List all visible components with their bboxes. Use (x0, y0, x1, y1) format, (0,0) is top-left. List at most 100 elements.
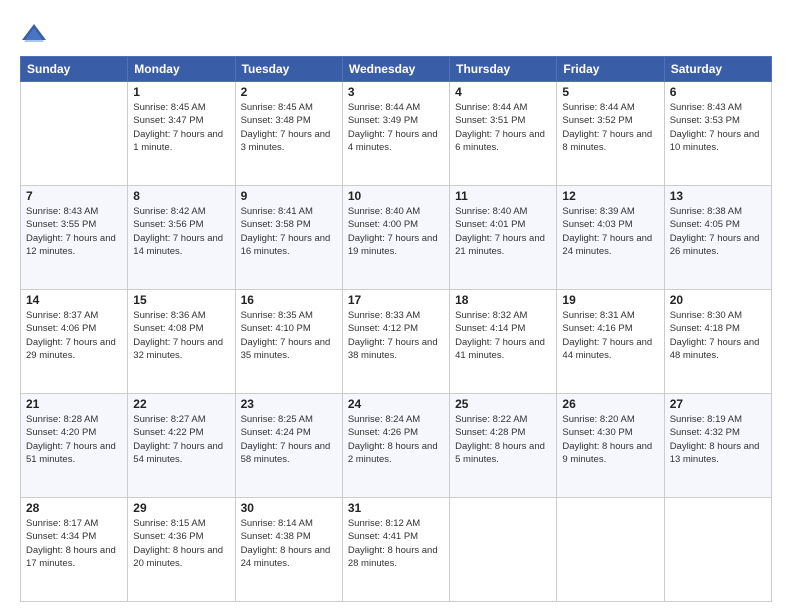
calendar-cell: 8 Sunrise: 8:42 AMSunset: 3:56 PMDaylight… (128, 186, 235, 290)
header (20, 16, 772, 48)
calendar: SundayMondayTuesdayWednesdayThursdayFrid… (20, 56, 772, 602)
day-number: 6 (670, 85, 766, 99)
day-number: 2 (241, 85, 337, 99)
day-number: 13 (670, 189, 766, 203)
calendar-week-row: 1 Sunrise: 8:45 AMSunset: 3:47 PMDaylight… (21, 82, 772, 186)
day-info: Sunrise: 8:43 AMSunset: 3:53 PMDaylight:… (670, 101, 766, 154)
calendar-day-header: Saturday (664, 57, 771, 82)
day-info: Sunrise: 8:19 AMSunset: 4:32 PMDaylight:… (670, 413, 766, 466)
day-number: 21 (26, 397, 122, 411)
calendar-day-header: Wednesday (342, 57, 449, 82)
calendar-cell: 10 Sunrise: 8:40 AMSunset: 4:00 PMDayligh… (342, 186, 449, 290)
day-number: 12 (562, 189, 658, 203)
day-info: Sunrise: 8:32 AMSunset: 4:14 PMDaylight:… (455, 309, 551, 362)
day-number: 26 (562, 397, 658, 411)
calendar-day-header: Friday (557, 57, 664, 82)
day-info: Sunrise: 8:12 AMSunset: 4:41 PMDaylight:… (348, 517, 444, 570)
calendar-cell: 13Sunrise: 8:38 AMSunset: 4:05 PMDayligh… (664, 186, 771, 290)
day-info: Sunrise: 8:42 AMSunset: 3:56 PMDaylight:… (133, 205, 229, 258)
page: SundayMondayTuesdayWednesdayThursdayFrid… (0, 0, 792, 612)
day-number: 16 (241, 293, 337, 307)
calendar-cell: 28 Sunrise: 8:17 AMSunset: 4:34 PMDayligh… (21, 498, 128, 602)
calendar-cell: 20 Sunrise: 8:30 AMSunset: 4:18 PMDayligh… (664, 290, 771, 394)
day-number: 23 (241, 397, 337, 411)
day-info: Sunrise: 8:40 AMSunset: 4:00 PMDaylight:… (348, 205, 444, 258)
day-info: Sunrise: 8:45 AMSunset: 3:47 PMDaylight:… (133, 101, 229, 154)
day-info: Sunrise: 8:22 AMSunset: 4:28 PMDaylight:… (455, 413, 551, 466)
calendar-cell: 27 Sunrise: 8:19 AMSunset: 4:32 PMDayligh… (664, 394, 771, 498)
calendar-cell: 26 Sunrise: 8:20 AMSunset: 4:30 PMDayligh… (557, 394, 664, 498)
day-number: 8 (133, 189, 229, 203)
calendar-cell: 16Sunrise: 8:35 AMSunset: 4:10 PMDayligh… (235, 290, 342, 394)
calendar-cell (21, 82, 128, 186)
calendar-cell: 31 Sunrise: 8:12 AMSunset: 4:41 PMDayligh… (342, 498, 449, 602)
day-info: Sunrise: 8:27 AMSunset: 4:22 PMDaylight:… (133, 413, 229, 466)
calendar-cell: 2 Sunrise: 8:45 AMSunset: 3:48 PMDaylight… (235, 82, 342, 186)
calendar-cell: 11Sunrise: 8:40 AMSunset: 4:01 PMDayligh… (450, 186, 557, 290)
calendar-cell: 3 Sunrise: 8:44 AMSunset: 3:49 PMDaylight… (342, 82, 449, 186)
calendar-cell: 23 Sunrise: 8:25 AMSunset: 4:24 PMDayligh… (235, 394, 342, 498)
calendar-cell (450, 498, 557, 602)
calendar-cell: 12Sunrise: 8:39 AMSunset: 4:03 PMDayligh… (557, 186, 664, 290)
day-info: Sunrise: 8:33 AMSunset: 4:12 PMDaylight:… (348, 309, 444, 362)
logo-icon (20, 20, 48, 48)
day-number: 20 (670, 293, 766, 307)
calendar-cell: 4 Sunrise: 8:44 AMSunset: 3:51 PMDaylight… (450, 82, 557, 186)
calendar-cell: 15 Sunrise: 8:36 AMSunset: 4:08 PMDayligh… (128, 290, 235, 394)
day-info: Sunrise: 8:17 AMSunset: 4:34 PMDaylight:… (26, 517, 122, 570)
day-info: Sunrise: 8:25 AMSunset: 4:24 PMDaylight:… (241, 413, 337, 466)
day-number: 1 (133, 85, 229, 99)
day-number: 4 (455, 85, 551, 99)
day-info: Sunrise: 8:43 AMSunset: 3:55 PMDaylight:… (26, 205, 122, 258)
day-info: Sunrise: 8:30 AMSunset: 4:18 PMDaylight:… (670, 309, 766, 362)
calendar-cell: 24Sunrise: 8:24 AMSunset: 4:26 PMDayligh… (342, 394, 449, 498)
calendar-week-row: 28 Sunrise: 8:17 AMSunset: 4:34 PMDayligh… (21, 498, 772, 602)
day-number: 15 (133, 293, 229, 307)
day-info: Sunrise: 8:44 AMSunset: 3:52 PMDaylight:… (562, 101, 658, 154)
calendar-cell: 5 Sunrise: 8:44 AMSunset: 3:52 PMDaylight… (557, 82, 664, 186)
day-info: Sunrise: 8:44 AMSunset: 3:51 PMDaylight:… (455, 101, 551, 154)
day-number: 31 (348, 501, 444, 515)
calendar-cell (664, 498, 771, 602)
calendar-cell: 1 Sunrise: 8:45 AMSunset: 3:47 PMDaylight… (128, 82, 235, 186)
logo (20, 20, 50, 48)
day-number: 10 (348, 189, 444, 203)
calendar-day-header: Tuesday (235, 57, 342, 82)
calendar-week-row: 7 Sunrise: 8:43 AMSunset: 3:55 PMDaylight… (21, 186, 772, 290)
day-number: 9 (241, 189, 337, 203)
calendar-week-row: 14Sunrise: 8:37 AMSunset: 4:06 PMDayligh… (21, 290, 772, 394)
day-info: Sunrise: 8:15 AMSunset: 4:36 PMDaylight:… (133, 517, 229, 570)
calendar-cell: 18 Sunrise: 8:32 AMSunset: 4:14 PMDayligh… (450, 290, 557, 394)
calendar-cell: 6 Sunrise: 8:43 AMSunset: 3:53 PMDaylight… (664, 82, 771, 186)
calendar-cell: 30Sunrise: 8:14 AMSunset: 4:38 PMDayligh… (235, 498, 342, 602)
day-number: 19 (562, 293, 658, 307)
day-number: 28 (26, 501, 122, 515)
day-number: 17 (348, 293, 444, 307)
calendar-cell: 9 Sunrise: 8:41 AMSunset: 3:58 PMDaylight… (235, 186, 342, 290)
day-number: 18 (455, 293, 551, 307)
day-info: Sunrise: 8:31 AMSunset: 4:16 PMDaylight:… (562, 309, 658, 362)
day-number: 3 (348, 85, 444, 99)
calendar-week-row: 21Sunrise: 8:28 AMSunset: 4:20 PMDayligh… (21, 394, 772, 498)
calendar-cell: 14Sunrise: 8:37 AMSunset: 4:06 PMDayligh… (21, 290, 128, 394)
day-number: 7 (26, 189, 122, 203)
day-info: Sunrise: 8:14 AMSunset: 4:38 PMDaylight:… (241, 517, 337, 570)
calendar-cell: 19 Sunrise: 8:31 AMSunset: 4:16 PMDayligh… (557, 290, 664, 394)
day-number: 24 (348, 397, 444, 411)
day-info: Sunrise: 8:44 AMSunset: 3:49 PMDaylight:… (348, 101, 444, 154)
day-number: 5 (562, 85, 658, 99)
calendar-cell: 17 Sunrise: 8:33 AMSunset: 4:12 PMDayligh… (342, 290, 449, 394)
calendar-cell: 22 Sunrise: 8:27 AMSunset: 4:22 PMDayligh… (128, 394, 235, 498)
day-number: 22 (133, 397, 229, 411)
calendar-day-header: Thursday (450, 57, 557, 82)
day-number: 25 (455, 397, 551, 411)
day-number: 27 (670, 397, 766, 411)
day-info: Sunrise: 8:41 AMSunset: 3:58 PMDaylight:… (241, 205, 337, 258)
day-info: Sunrise: 8:45 AMSunset: 3:48 PMDaylight:… (241, 101, 337, 154)
calendar-cell: 21Sunrise: 8:28 AMSunset: 4:20 PMDayligh… (21, 394, 128, 498)
day-info: Sunrise: 8:40 AMSunset: 4:01 PMDaylight:… (455, 205, 551, 258)
day-number: 14 (26, 293, 122, 307)
calendar-day-header: Sunday (21, 57, 128, 82)
day-info: Sunrise: 8:20 AMSunset: 4:30 PMDaylight:… (562, 413, 658, 466)
day-info: Sunrise: 8:36 AMSunset: 4:08 PMDaylight:… (133, 309, 229, 362)
